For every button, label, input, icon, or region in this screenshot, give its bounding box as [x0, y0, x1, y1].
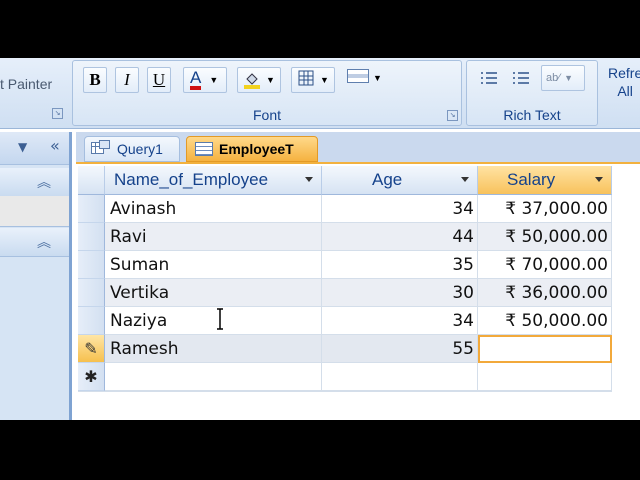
- cell-name[interactable]: Suman: [105, 251, 322, 279]
- document-tabs: Query1 EmployeeT: [76, 132, 640, 164]
- row-selector[interactable]: [78, 223, 105, 251]
- highlight-button[interactable]: ab⁄ ▼: [541, 65, 585, 91]
- pencil-icon: ✎: [78, 335, 105, 363]
- chevron-down-icon: ▼: [564, 73, 573, 83]
- tab-label: Query1: [117, 141, 163, 157]
- navigation-pane: ▼ « ︽ ︽: [0, 132, 72, 420]
- column-header-label: Age: [372, 170, 403, 189]
- table-row[interactable]: Vertika 30 ₹ 36,000.00: [78, 279, 612, 307]
- cell-salary[interactable]: ₹ 50,000.00: [478, 223, 612, 251]
- grid-icon: [298, 70, 314, 91]
- cell-age[interactable]: 44: [322, 223, 478, 251]
- chevron-down-icon: ▼: [320, 75, 329, 85]
- font-color-icon: A: [190, 69, 202, 90]
- cell-name[interactable]: Ravi: [105, 223, 322, 251]
- table-icon: [195, 142, 213, 156]
- chevron-down-icon[interactable]: [461, 177, 469, 182]
- nav-item[interactable]: [0, 196, 69, 227]
- access-window: t Painter ↘ B I U A ▼ ▼ ▼ ▼ Font ↘ ab⁄ ▼…: [0, 58, 640, 420]
- tab-employeet[interactable]: EmployeeT: [186, 136, 318, 162]
- table-row[interactable]: Naziya 34 ₹ 50,000.00: [78, 307, 612, 335]
- chevron-up-icon: ︽: [37, 175, 51, 191]
- cell-salary[interactable]: ₹ 36,000.00: [478, 279, 612, 307]
- new-record-row[interactable]: ✱: [78, 363, 612, 391]
- bold-button[interactable]: B: [83, 67, 107, 93]
- row-selector[interactable]: [78, 279, 105, 307]
- underline-button[interactable]: U: [147, 67, 171, 93]
- text-cursor-icon: [216, 308, 224, 330]
- chevron-down-icon: ▼: [373, 73, 382, 83]
- nav-group-header[interactable]: ︽: [0, 168, 69, 197]
- cell-name[interactable]: Ramesh: [105, 335, 322, 363]
- chevron-down-icon[interactable]: ▼: [18, 140, 27, 154]
- grid-bottom-border: [78, 391, 612, 392]
- chevron-down-icon: ▼: [209, 75, 219, 85]
- row-selector[interactable]: [78, 307, 105, 335]
- select-all-corner[interactable]: [78, 166, 105, 195]
- column-header-salary[interactable]: Salary: [478, 166, 612, 195]
- table-row[interactable]: Avinash 34 ₹ 37,000.00: [78, 195, 612, 223]
- cell-salary[interactable]: ₹ 50,000.00: [478, 307, 612, 335]
- cell-age[interactable]: [322, 363, 478, 391]
- fill-color-button[interactable]: ▼: [237, 67, 281, 93]
- rich-text-group: ab⁄ ▼ Rich Text: [466, 60, 598, 126]
- clipboard-dialog-launcher-icon[interactable]: ↘: [52, 108, 63, 119]
- cell-salary[interactable]: [478, 363, 612, 391]
- chevron-up-icon: ︽: [37, 235, 51, 251]
- bullet-list-icon: [479, 70, 499, 91]
- cell-age[interactable]: 34: [322, 195, 478, 223]
- cell-age[interactable]: 34: [322, 307, 478, 335]
- bullets-button[interactable]: [475, 67, 503, 93]
- chevron-down-icon[interactable]: [595, 177, 603, 182]
- row-selector[interactable]: [78, 251, 105, 279]
- font-group: B I U A ▼ ▼ ▼ ▼ Font ↘: [72, 60, 462, 126]
- collapse-pane-icon[interactable]: «: [50, 136, 60, 155]
- ribbon: t Painter ↘ B I U A ▼ ▼ ▼ ▼ Font ↘ ab⁄ ▼…: [0, 58, 640, 129]
- cell-name[interactable]: Naziya: [105, 307, 322, 335]
- numbering-button[interactable]: [507, 67, 535, 93]
- cell-name[interactable]: [105, 363, 322, 391]
- column-header-name[interactable]: Name_of_Employee: [105, 166, 322, 195]
- row-selector[interactable]: [78, 195, 105, 223]
- cell-name[interactable]: Avinash: [105, 195, 322, 223]
- alternate-row-color-button[interactable]: ▼: [343, 65, 387, 91]
- gridlines-button[interactable]: ▼: [291, 67, 335, 93]
- font-dialog-launcher-icon[interactable]: ↘: [447, 110, 458, 121]
- numbered-list-icon: [511, 70, 531, 91]
- font-group-label: Font: [252, 107, 281, 123]
- cell-age[interactable]: 35: [322, 251, 478, 279]
- italic-button[interactable]: I: [115, 67, 139, 93]
- tab-label: EmployeeT: [219, 141, 294, 157]
- column-header-age[interactable]: Age: [322, 166, 478, 195]
- format-painter-button[interactable]: t Painter: [0, 76, 52, 92]
- paint-bucket-icon: [244, 71, 260, 89]
- tab-query1[interactable]: Query1: [84, 136, 180, 162]
- nav-pane-header: ▼ «: [0, 132, 69, 165]
- table-row[interactable]: Ravi 44 ₹ 50,000.00: [78, 223, 612, 251]
- column-header-label: Name_of_Employee: [114, 170, 269, 189]
- cell-name[interactable]: Vertika: [105, 279, 322, 307]
- font-color-button[interactable]: A ▼: [183, 67, 227, 93]
- chevron-down-icon[interactable]: [305, 177, 313, 182]
- chevron-down-icon: ▼: [266, 75, 275, 85]
- nav-group-header[interactable]: ︽: [0, 228, 69, 257]
- alternate-fill-icon: [347, 68, 369, 88]
- highlighter-icon: ab⁄: [546, 72, 561, 84]
- table-row[interactable]: Suman 35 ₹ 70,000.00: [78, 251, 612, 279]
- cell-salary[interactable]: ₹ 70,000.00: [478, 251, 612, 279]
- column-header-label: Salary: [507, 170, 556, 189]
- cell-salary[interactable]: ₹ 37,000.00: [478, 195, 612, 223]
- refresh-all-button[interactable]: Refre All: [608, 64, 640, 100]
- rich-text-group-label: Rich Text: [503, 107, 561, 123]
- cell-age[interactable]: 30: [322, 279, 478, 307]
- table-row-editing[interactable]: ✎ Ramesh 55: [78, 335, 612, 363]
- cell-age[interactable]: 55: [322, 335, 478, 363]
- asterisk-icon: ✱: [78, 363, 105, 391]
- cell-salary-active[interactable]: [478, 335, 612, 363]
- query-icon: [91, 139, 111, 159]
